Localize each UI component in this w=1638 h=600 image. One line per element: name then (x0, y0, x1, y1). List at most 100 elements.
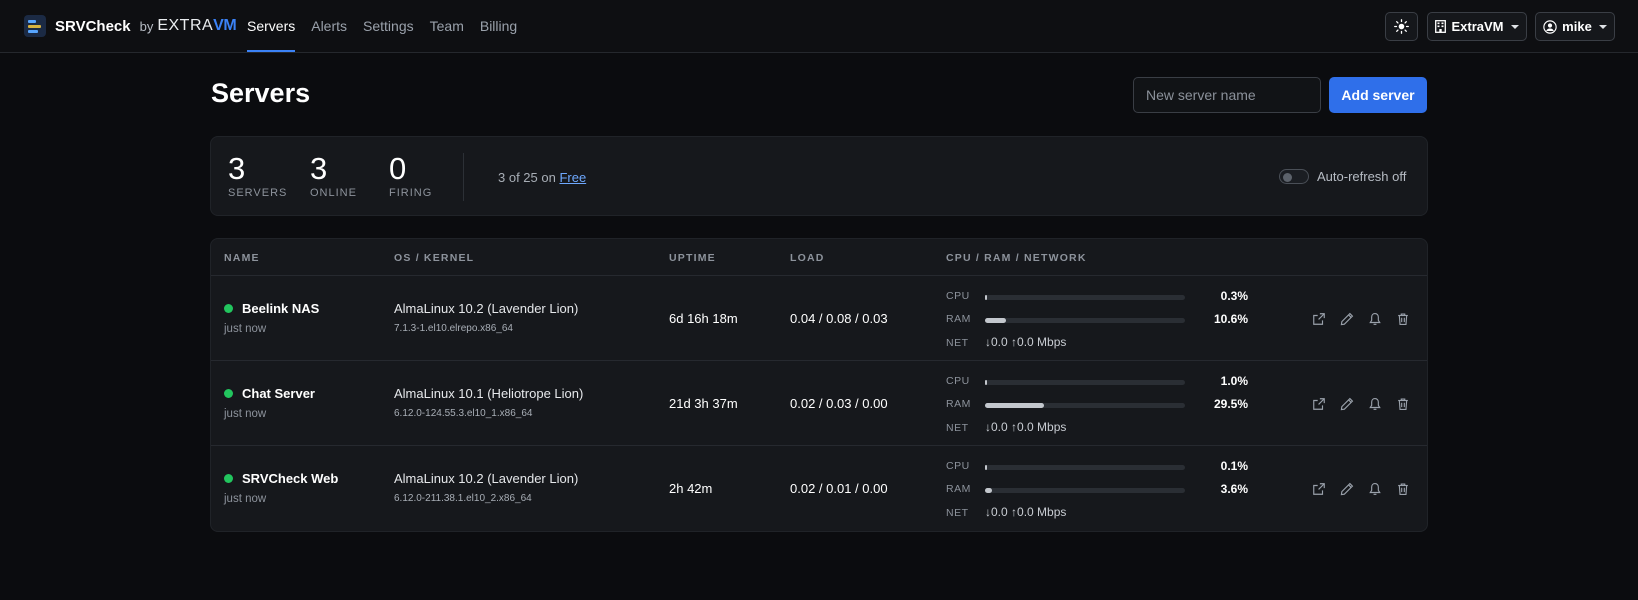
ram-value: 3.6% (1220, 482, 1248, 496)
nav-link-servers[interactable]: Servers (247, 0, 296, 52)
server-name[interactable]: Beelink NAS (242, 301, 319, 316)
user-menu-dropdown[interactable]: mike (1535, 12, 1615, 41)
status-online-indicator (224, 304, 233, 313)
trash-icon[interactable] (1393, 309, 1413, 329)
auto-refresh-control: Auto-refresh off (1279, 169, 1406, 184)
server-os: AlmaLinux 10.2 (Lavender Lion) (394, 471, 579, 486)
external-link-icon[interactable] (1309, 309, 1329, 329)
row-actions (1309, 479, 1421, 499)
net-value: ↓0.0 ↑0.0 Mbps (985, 505, 1067, 519)
top-navbar: SRVCheck by EXTRA VM Servers Alerts Setti… (0, 0, 1638, 53)
chevron-down-icon (1598, 24, 1607, 29)
ram-bar (985, 318, 1185, 323)
new-server-name-input[interactable] (1133, 77, 1321, 113)
ram-label: RAM (946, 398, 971, 410)
row-actions (1309, 309, 1421, 329)
pencil-icon[interactable] (1337, 479, 1357, 499)
cpu-bar-fill (985, 380, 987, 385)
external-link-icon[interactable] (1309, 479, 1329, 499)
ram-bar (985, 403, 1185, 408)
column-header-load: LOAD (790, 252, 825, 264)
sun-icon (1394, 19, 1409, 34)
brand-by-text: by (139, 18, 154, 34)
page-title: Servers (211, 78, 311, 108)
trash-icon[interactable] (1393, 394, 1413, 414)
partner-logo-vm: VM (213, 17, 237, 34)
server-uptime: 6d 16h 18m (669, 311, 738, 326)
brand-name: SRVCheck (55, 17, 131, 35)
nav-link-team[interactable]: Team (430, 0, 464, 52)
server-last-seen: just now (224, 408, 267, 420)
nav-link-settings[interactable]: Settings (363, 0, 414, 52)
stat-online-label: ONLINE (310, 187, 357, 199)
ram-bar-fill (985, 488, 993, 493)
server-uptime: 21d 3h 37m (669, 396, 738, 411)
cpu-label: CPU (946, 290, 970, 302)
main-nav: Servers Alerts Settings Team Billing (247, 0, 533, 52)
table-row[interactable]: Beelink NAS just now AlmaLinux 10.2 (Lav… (211, 276, 1427, 361)
table-row[interactable]: Chat Server just now AlmaLinux 10.1 (Hel… (211, 361, 1427, 446)
organization-label: ExtraVM (1451, 19, 1504, 34)
pencil-icon[interactable] (1337, 309, 1357, 329)
server-name[interactable]: SRVCheck Web (242, 471, 338, 486)
stat-firing-value: 0 (389, 151, 407, 186)
nav-link-billing[interactable]: Billing (480, 0, 517, 52)
stats-summary-card: 3 SERVERS 3 ONLINE 0 FIRING 3 of 25 on F… (210, 136, 1428, 216)
server-name[interactable]: Chat Server (242, 386, 315, 401)
bell-icon[interactable] (1365, 394, 1385, 414)
ram-label: RAM (946, 313, 971, 325)
cpu-value: 0.1% (1220, 459, 1248, 473)
column-header-name: NAME (224, 252, 260, 264)
trash-icon[interactable] (1393, 479, 1413, 499)
table-header-row: NAME OS / KERNEL UPTIME LOAD CPU / RAM /… (211, 239, 1427, 276)
chevron-down-icon (1510, 24, 1519, 29)
server-os: AlmaLinux 10.2 (Lavender Lion) (394, 301, 579, 316)
user-circle-icon (1543, 19, 1557, 34)
server-load: 0.02 / 0.03 / 0.00 (790, 396, 888, 411)
ram-bar-fill (985, 318, 1007, 323)
theme-toggle-button[interactable] (1385, 12, 1418, 41)
srvcheck-logo-icon (24, 15, 46, 37)
ram-label: RAM (946, 483, 971, 495)
net-value: ↓0.0 ↑0.0 Mbps (985, 420, 1067, 434)
servers-table: NAME OS / KERNEL UPTIME LOAD CPU / RAM /… (210, 238, 1428, 532)
stat-servers-value: 3 (228, 151, 246, 186)
server-os: AlmaLinux 10.1 (Heliotrope Lion) (394, 386, 584, 401)
cpu-label: CPU (946, 460, 970, 472)
server-kernel: 7.1.3-1.el10.elrepo.x86_64 (394, 323, 513, 334)
server-last-seen: just now (224, 323, 267, 335)
ram-bar-fill (985, 403, 1044, 408)
stat-online-value: 3 (310, 151, 328, 186)
column-header-os: OS / KERNEL (394, 252, 475, 264)
bell-icon[interactable] (1365, 309, 1385, 329)
column-header-uptime: UPTIME (669, 252, 716, 264)
stat-firing: 0 FIRING (389, 151, 433, 200)
cpu-label: CPU (946, 375, 970, 387)
column-header-metrics: CPU / RAM / NETWORK (946, 252, 1087, 264)
stats-divider (463, 153, 464, 201)
external-link-icon[interactable] (1309, 394, 1329, 414)
auto-refresh-label: Auto-refresh off (1317, 169, 1407, 184)
stat-servers-label: SERVERS (228, 187, 288, 199)
ram-value: 10.6% (1213, 312, 1248, 326)
bell-icon[interactable] (1365, 479, 1385, 499)
status-online-indicator (224, 389, 233, 398)
auto-refresh-toggle[interactable] (1279, 169, 1309, 184)
stat-firing-label: FIRING (389, 187, 433, 199)
net-label: NET (946, 422, 969, 434)
add-server-button[interactable]: Add server (1329, 77, 1427, 113)
server-uptime: 2h 42m (669, 481, 713, 496)
table-row[interactable]: SRVCheck Web just now AlmaLinux 10.2 (La… (211, 446, 1427, 531)
organization-dropdown[interactable]: ExtraVM (1427, 12, 1527, 41)
brand[interactable]: SRVCheck by EXTRA VM (24, 14, 237, 38)
row-actions (1309, 394, 1421, 414)
partner-logo-extra: EXTRA (157, 17, 214, 34)
plan-link[interactable]: Free (559, 170, 586, 185)
pencil-icon[interactable] (1337, 394, 1357, 414)
ram-bar (985, 488, 1185, 493)
user-label: mike (1562, 19, 1592, 34)
server-kernel: 6.12.0-211.38.1.el10_2.x86_64 (394, 493, 532, 504)
cpu-bar (985, 295, 1185, 300)
nav-link-alerts[interactable]: Alerts (311, 0, 347, 52)
cpu-value: 1.0% (1220, 374, 1248, 388)
